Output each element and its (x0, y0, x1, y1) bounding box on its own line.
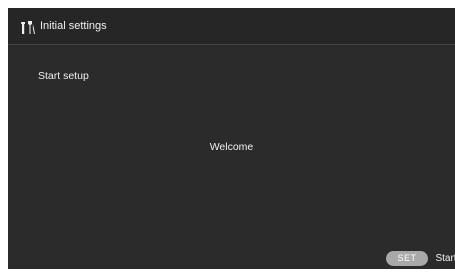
start-setup-label: Start setup (38, 70, 89, 82)
start-label: Start (435, 253, 455, 265)
initial-settings-screen: Initial settings Start setup Welcome SET… (8, 8, 455, 269)
set-button[interactable]: SET (386, 251, 428, 267)
screen-header: Initial settings (8, 8, 455, 45)
footer-start-hint: SET Start (386, 250, 455, 267)
welcome-message: Welcome (209, 141, 254, 153)
wrench-and-tools-icon (20, 19, 36, 35)
page-title: Initial settings (40, 20, 107, 32)
